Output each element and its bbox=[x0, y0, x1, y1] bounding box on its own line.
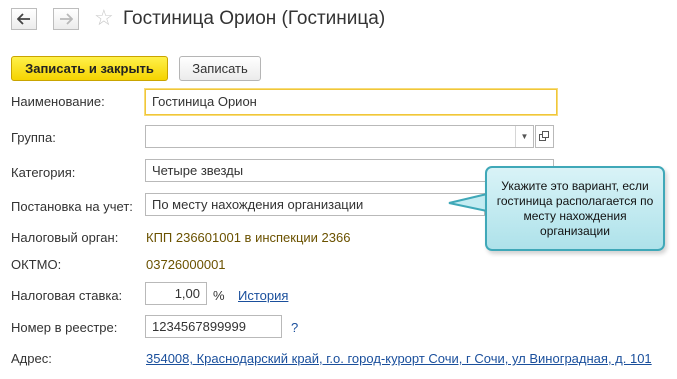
registry-number-label: Номер в реестре: bbox=[11, 320, 118, 335]
group-open-button[interactable] bbox=[535, 125, 554, 148]
help-icon[interactable]: ? bbox=[291, 320, 298, 336]
hint-callout: Укажите это вариант, если гостиница расп… bbox=[485, 166, 665, 251]
category-label: Категория: bbox=[11, 165, 76, 180]
category-value: Четыре звезды bbox=[152, 163, 244, 178]
arrow-right-icon bbox=[60, 13, 73, 25]
tax-rate-unit: % bbox=[213, 288, 225, 303]
registration-field[interactable]: По месту нахождения организации bbox=[145, 193, 485, 216]
registration-label: Постановка на учет: bbox=[11, 199, 133, 214]
address-label: Адрес: bbox=[11, 351, 52, 366]
registration-value: По месту нахождения организации bbox=[152, 197, 364, 212]
chevron-down-icon: ▼ bbox=[520, 132, 529, 141]
window-title: Гостиница Орион (Гостиница) bbox=[123, 8, 386, 29]
group-dropdown-button[interactable]: ▼ bbox=[515, 126, 533, 147]
forward-button[interactable] bbox=[53, 8, 79, 30]
tax-rate-label: Налоговая ставка: bbox=[11, 288, 123, 303]
tax-authority-label: Налоговый орган: bbox=[11, 230, 119, 245]
arrow-left-icon bbox=[17, 13, 30, 25]
save-button[interactable]: Записать bbox=[179, 56, 261, 81]
oktmo-value: 03726000001 bbox=[146, 257, 226, 272]
registry-number-field[interactable]: 1234567899999 bbox=[145, 315, 282, 338]
tax-rate-field[interactable]: 1,00 bbox=[145, 282, 207, 305]
oktmo-label: ОКТМО: bbox=[11, 257, 62, 272]
name-field[interactable]: Гостиница Орион bbox=[145, 89, 557, 115]
open-window-icon bbox=[539, 131, 549, 141]
callout-pointer bbox=[448, 192, 489, 213]
name-label: Наименование: bbox=[11, 94, 105, 109]
back-button[interactable] bbox=[11, 8, 37, 30]
history-link[interactable]: История bbox=[238, 288, 288, 304]
address-link[interactable]: 354008, Краснодарский край, г.о. город-к… bbox=[146, 351, 652, 367]
save-and-close-button[interactable]: Записать и закрыть bbox=[11, 56, 168, 81]
tax-authority-value: КПП 236601001 в инспекции 2366 bbox=[146, 230, 351, 245]
callout-text: Укажите это вариант, если гостиница расп… bbox=[496, 178, 654, 238]
group-field[interactable]: ▼ bbox=[145, 125, 534, 148]
group-label: Группа: bbox=[11, 130, 56, 145]
star-icon[interactable]: ☆ bbox=[94, 6, 114, 30]
